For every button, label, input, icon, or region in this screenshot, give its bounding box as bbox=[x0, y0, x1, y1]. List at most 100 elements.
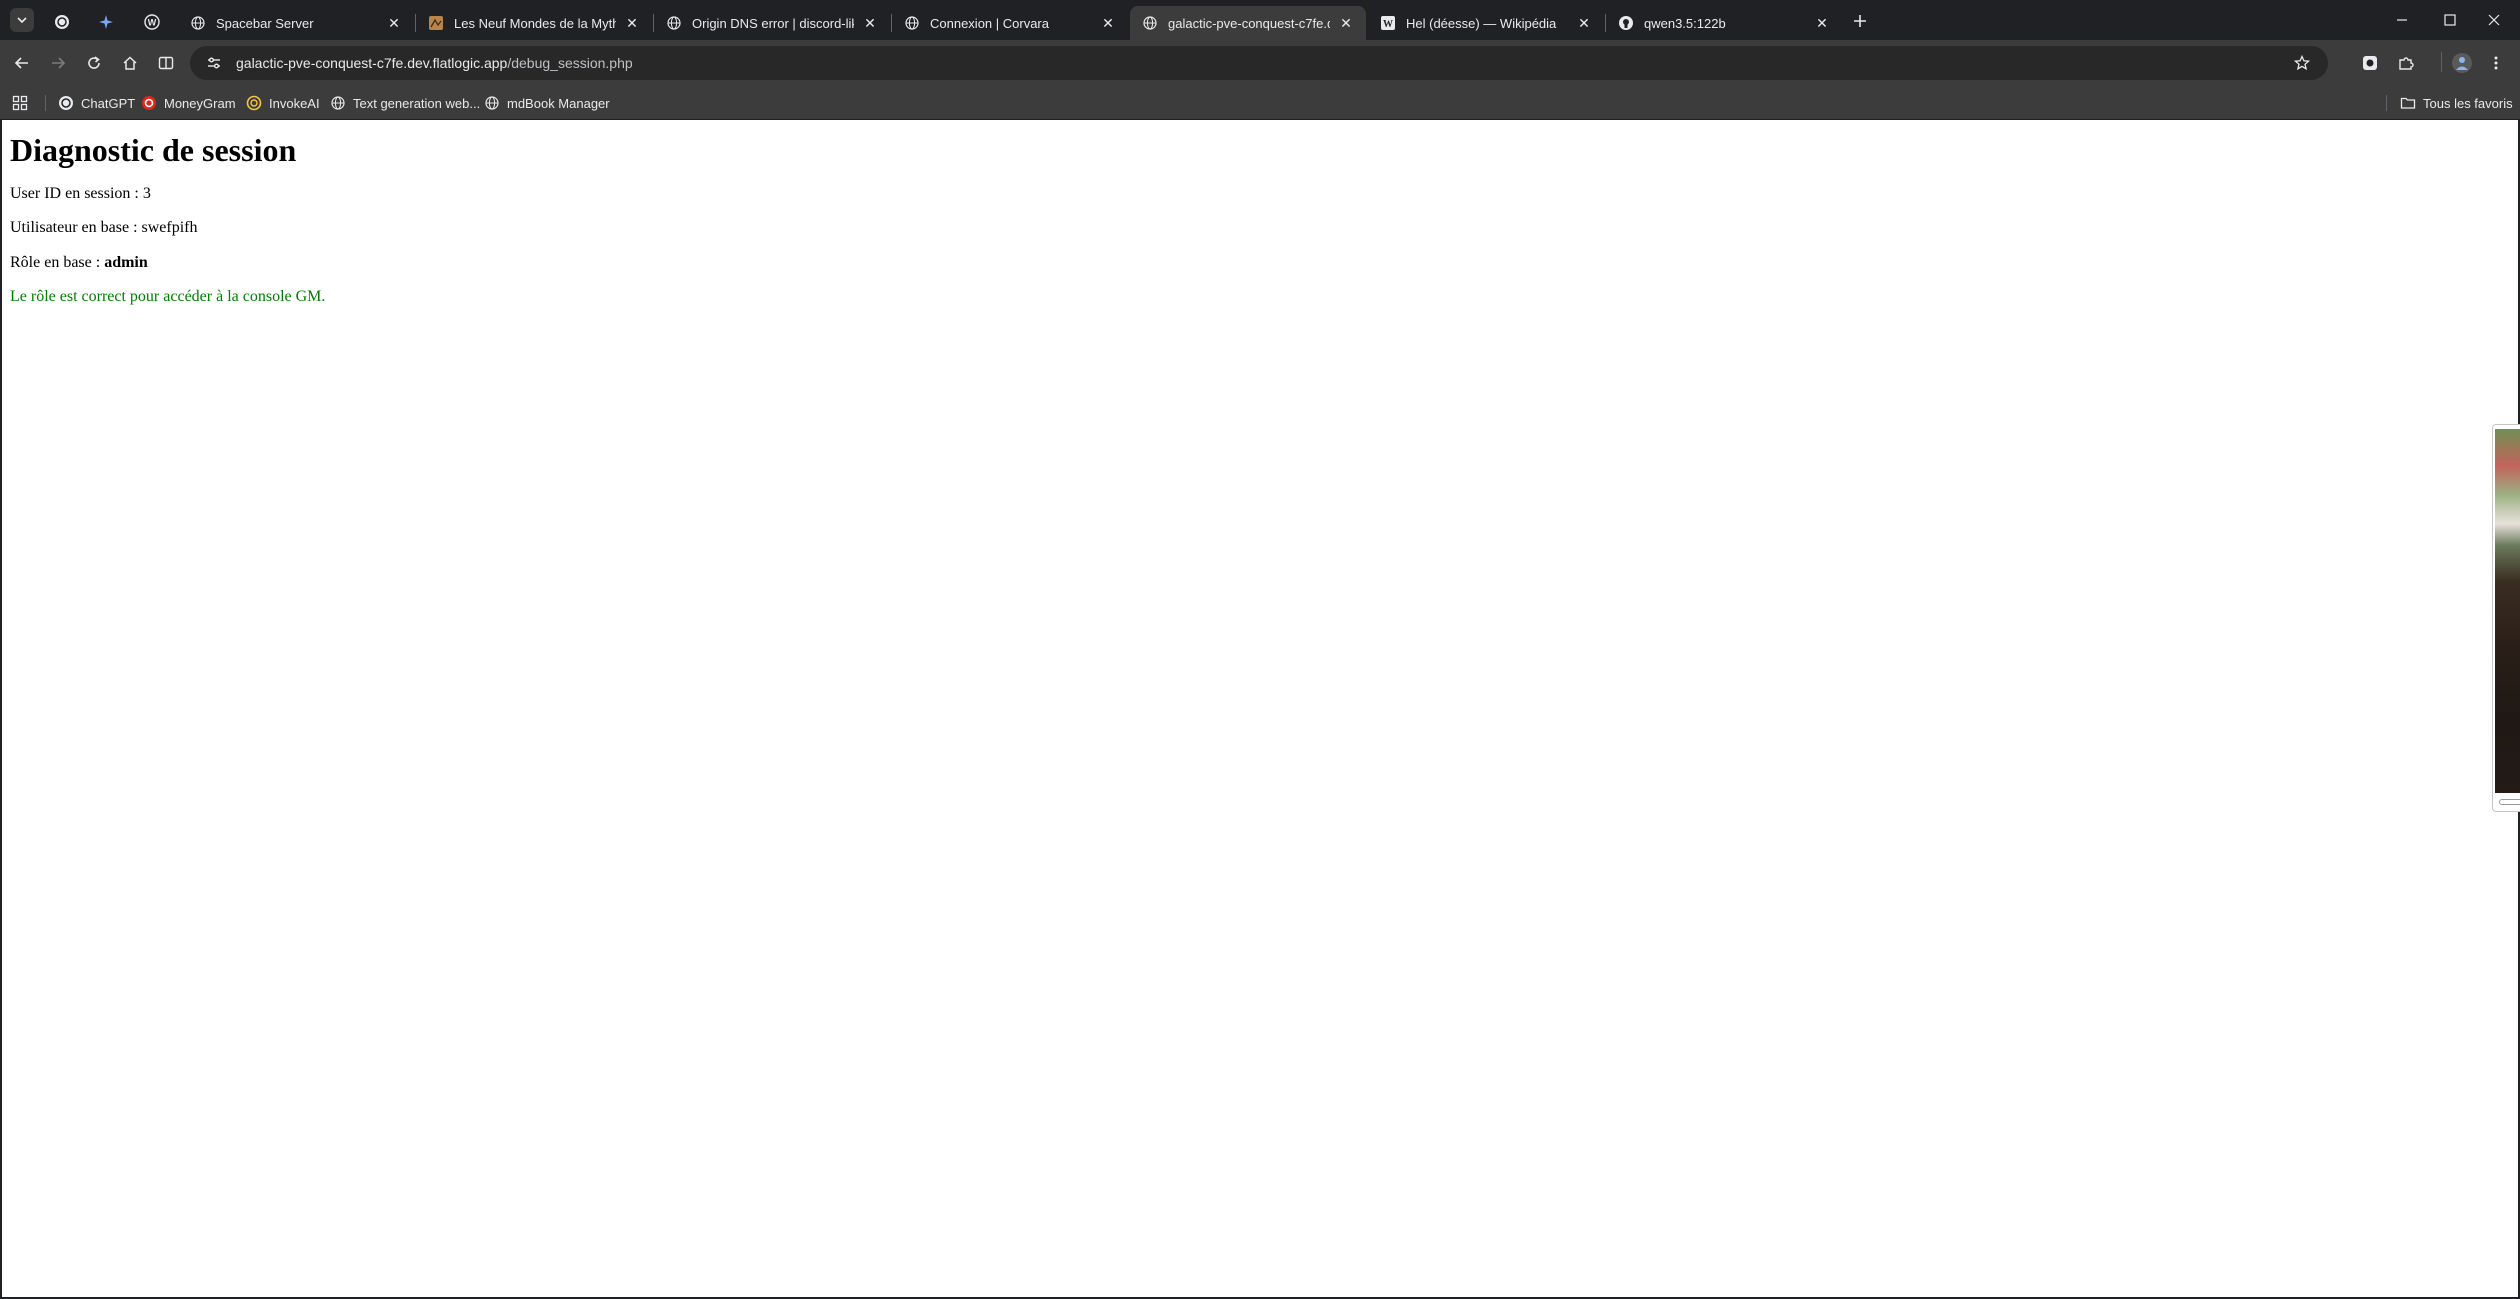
star-icon bbox=[2294, 55, 2310, 71]
bookmark-label: mdBook Manager bbox=[507, 95, 610, 111]
tab-galactic-pve-conquest[interactable]: galactic-pve-conquest-c7fe.dev ✕ bbox=[1130, 6, 1366, 40]
tune-icon bbox=[208, 57, 220, 69]
tab-title: qwen3.5:122b bbox=[1644, 15, 1726, 31]
all-bookmarks-label: Tous les favoris bbox=[2423, 95, 2513, 111]
plus-icon bbox=[1854, 15, 1866, 27]
tab-title: galactic-pve-conquest-c7fe.dev bbox=[1168, 15, 1330, 31]
tab-title: Origin DNS error | discord-like- bbox=[692, 15, 854, 31]
toolbar-divider bbox=[2441, 52, 2442, 72]
minimize-icon bbox=[2397, 19, 2407, 21]
folder-icon bbox=[2400, 95, 2416, 111]
bookmark-label: ChatGPT bbox=[81, 95, 136, 111]
tab-title: Connexion | Corvara bbox=[930, 15, 1049, 31]
reload-button[interactable] bbox=[78, 47, 110, 79]
pinned-tab-3[interactable]: W bbox=[130, 6, 174, 38]
split-view-icon bbox=[158, 56, 174, 69]
tab-title: Hel (déesse) — Wikipédia bbox=[1406, 15, 1557, 31]
tab-title: Les Neuf Mondes de la Mytholo bbox=[454, 15, 616, 31]
role-value: admin bbox=[104, 253, 148, 271]
github-icon bbox=[1618, 15, 1634, 31]
extension-shield-icon bbox=[2363, 55, 2377, 70]
side-panel-scrollbar[interactable] bbox=[2499, 799, 2520, 805]
tab-hel-wikipedia[interactable]: W Hel (déesse) — Wikipédia ✕ bbox=[1368, 6, 1604, 40]
tab-origin-dns-error[interactable]: Origin DNS error | discord-like- ✕ bbox=[654, 6, 890, 40]
tab-title: Spacebar Server bbox=[216, 15, 314, 31]
close-icon[interactable]: ✕ bbox=[1100, 15, 1116, 31]
pinned-tab-1[interactable] bbox=[40, 6, 84, 38]
close-icon[interactable]: ✕ bbox=[386, 15, 402, 31]
close-icon[interactable]: ✕ bbox=[1338, 15, 1354, 31]
split-view-button[interactable] bbox=[150, 47, 182, 79]
tab-neuf-mondes[interactable]: Les Neuf Mondes de la Mytholo ✕ bbox=[416, 6, 652, 40]
close-icon bbox=[2488, 14, 2500, 26]
bookmark-text-generation[interactable]: Text generation web... bbox=[330, 91, 480, 115]
maximize-icon bbox=[2444, 14, 2456, 26]
apps-grid-icon bbox=[12, 95, 28, 111]
tab-spacebar-server[interactable]: Spacebar Server ✕ bbox=[178, 6, 414, 40]
browser-toolbar: galactic-pve-conquest-c7fe.dev.flatlogic… bbox=[0, 40, 2520, 85]
bookmark-mdbook-manager[interactable]: mdBook Manager bbox=[484, 91, 610, 115]
page-content: Diagnostic de session User ID en session… bbox=[10, 120, 325, 306]
bookmark-invokeai[interactable]: InvokeAI bbox=[246, 91, 320, 115]
close-icon[interactable]: ✕ bbox=[1576, 15, 1592, 31]
url-path: /debug_session.php bbox=[507, 55, 633, 71]
user-id-line: User ID en session : 3 bbox=[10, 184, 151, 202]
chatgpt-icon bbox=[55, 15, 69, 29]
invokeai-icon bbox=[246, 95, 262, 111]
globe-icon bbox=[666, 15, 682, 31]
home-icon bbox=[123, 55, 137, 70]
pinned-tab-2[interactable] bbox=[84, 6, 128, 38]
chevron-down-icon bbox=[17, 17, 27, 24]
close-icon[interactable]: ✕ bbox=[1814, 15, 1830, 31]
browser-menu-button[interactable] bbox=[2480, 47, 2512, 79]
bookmark-label: Text generation web... bbox=[353, 95, 481, 111]
svg-text:W: W bbox=[1383, 19, 1393, 30]
username-line: Utilisateur en base : swefpifh bbox=[10, 219, 198, 237]
chatgpt-icon bbox=[58, 95, 74, 111]
bookmarks-divider-right bbox=[2386, 95, 2387, 111]
close-icon[interactable]: ✕ bbox=[624, 15, 640, 31]
profile-button[interactable] bbox=[2446, 47, 2478, 79]
apps-button[interactable] bbox=[12, 91, 28, 115]
bookmarks-divider bbox=[45, 95, 46, 111]
site-thumbnail-icon bbox=[428, 15, 444, 31]
side-panel-thumbnail bbox=[2495, 429, 2520, 793]
new-tab-button[interactable] bbox=[1848, 9, 1872, 33]
close-window-button[interactable] bbox=[2466, 0, 2520, 40]
globe-icon bbox=[330, 95, 346, 111]
url-domain: galactic-pve-conquest-c7fe.dev.flatlogic… bbox=[236, 55, 508, 71]
svg-text:W: W bbox=[148, 18, 157, 28]
globe-icon bbox=[484, 95, 500, 111]
page-viewport: Diagnostic de session User ID en session… bbox=[0, 120, 2520, 1299]
tab-search-button[interactable] bbox=[10, 8, 34, 32]
puzzle-icon bbox=[2399, 56, 2414, 70]
status-message: Le rôle est correct pour accéder à la co… bbox=[10, 287, 326, 305]
arrow-right-icon bbox=[52, 56, 66, 69]
back-button[interactable] bbox=[6, 47, 38, 79]
close-icon[interactable]: ✕ bbox=[862, 15, 878, 31]
wordpress-icon: W bbox=[144, 14, 160, 30]
tab-qwen[interactable]: qwen3.5:122b ✕ bbox=[1606, 6, 1842, 40]
role-line: Rôle en base : admin bbox=[10, 254, 325, 272]
home-button[interactable] bbox=[114, 47, 146, 79]
forward-button[interactable] bbox=[42, 47, 74, 79]
side-panel-peek[interactable] bbox=[2492, 424, 2520, 812]
globe-icon bbox=[1142, 15, 1158, 31]
bookmark-label: MoneyGram bbox=[164, 95, 236, 111]
role-label: Rôle en base : bbox=[10, 253, 105, 271]
address-bar[interactable]: galactic-pve-conquest-c7fe.dev.flatlogic… bbox=[190, 46, 2328, 80]
globe-icon bbox=[904, 15, 920, 31]
site-info-button[interactable] bbox=[198, 49, 230, 77]
all-bookmarks-button[interactable]: Tous les favoris bbox=[2400, 91, 2513, 115]
reload-icon bbox=[88, 55, 100, 69]
bookmark-chatgpt[interactable]: ChatGPT bbox=[58, 91, 135, 115]
bookmark-label: InvokeAI bbox=[269, 95, 320, 111]
bookmark-star-button[interactable] bbox=[2292, 53, 2312, 73]
tab-strip: W Spacebar Server ✕ Les Neuf Mondes de l… bbox=[0, 0, 2520, 40]
tab-connexion-corvara[interactable]: Connexion | Corvara ✕ bbox=[892, 6, 1128, 40]
arrow-left-icon bbox=[14, 56, 28, 69]
extensions-menu-button[interactable] bbox=[2390, 47, 2422, 79]
extension-button[interactable] bbox=[2354, 47, 2386, 79]
page-title: Diagnostic de session bbox=[10, 132, 297, 168]
bookmark-moneygram[interactable]: MoneyGram bbox=[141, 91, 236, 115]
